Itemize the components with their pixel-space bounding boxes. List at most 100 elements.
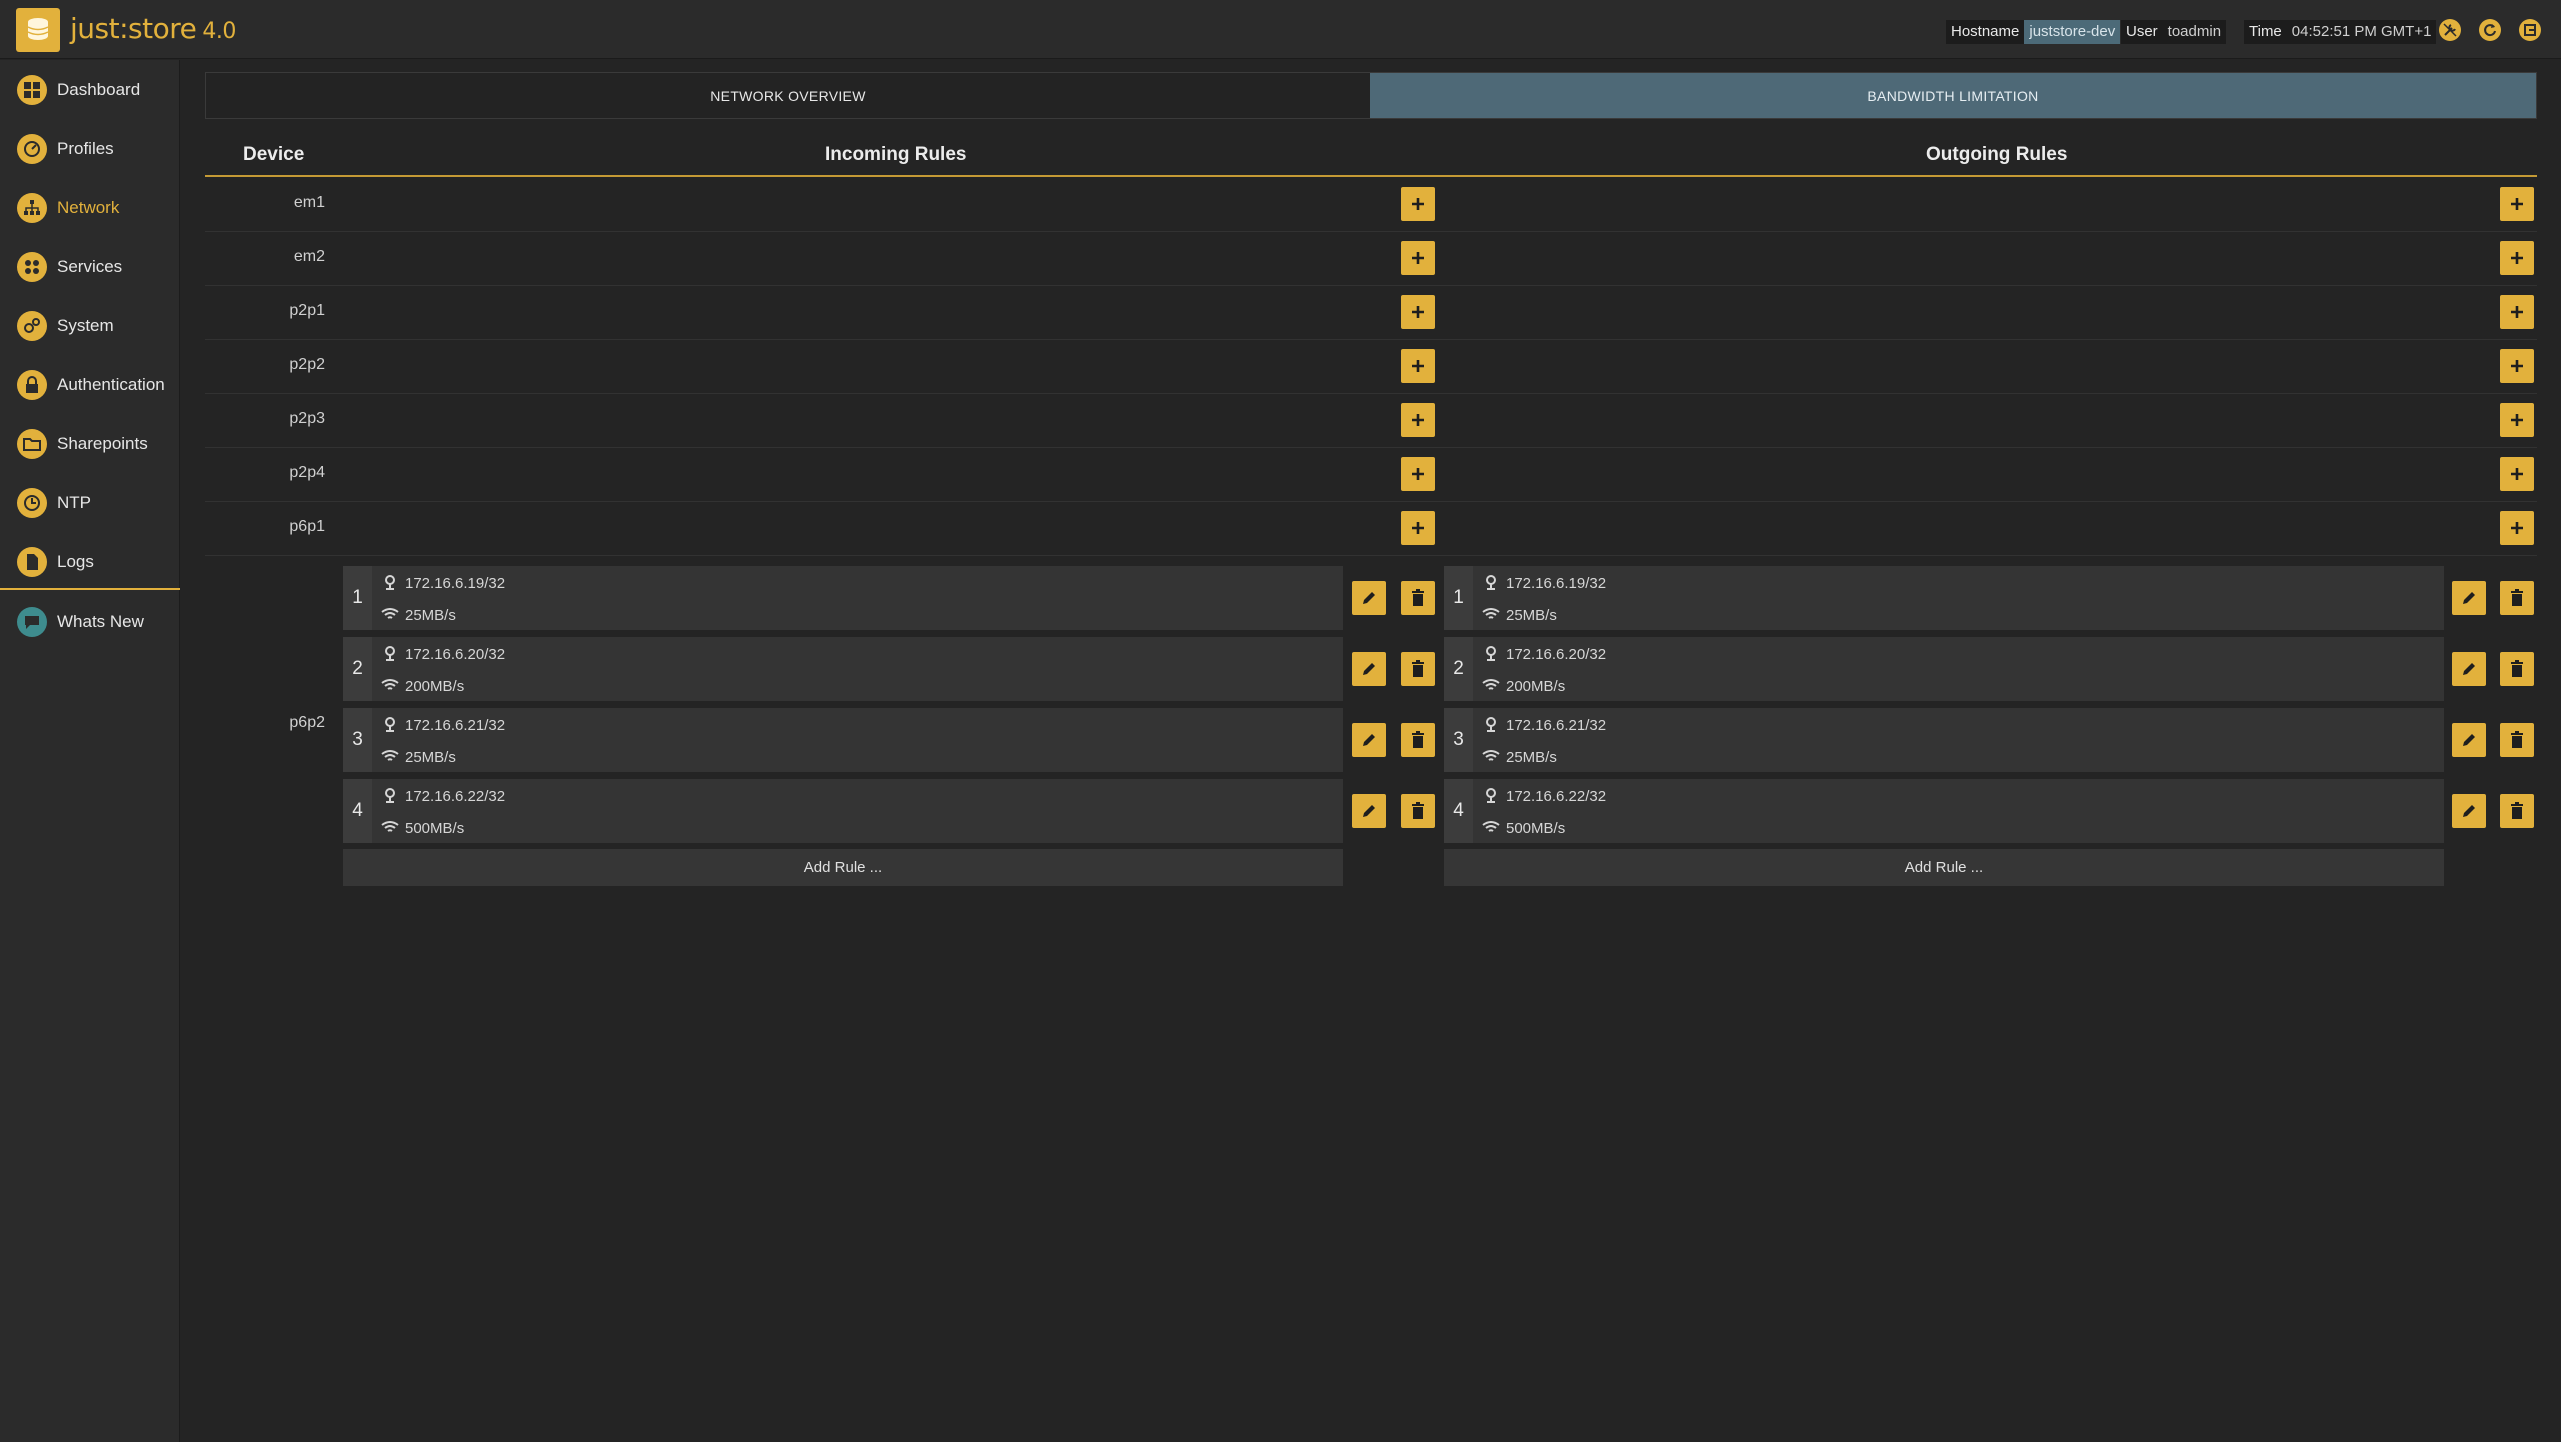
add-incoming-rule-button[interactable] [1401,241,1435,275]
edit-rule-button[interactable] [1352,581,1386,615]
edit-rule-button[interactable] [1352,652,1386,686]
sidebar-item-authentication[interactable]: Authentication [0,355,180,414]
logo-icon [16,8,60,52]
add-outgoing-rule-button[interactable] [2500,511,2534,545]
sidebar-item-profiles[interactable]: Profiles [0,119,180,178]
wifi-icon [1482,678,1500,697]
pencil-icon [1363,592,1375,604]
trash-icon [2511,731,2523,748]
wrench-icon[interactable] [2439,19,2461,41]
time-value: 04:52:51 PM GMT+1 [2286,20,2437,44]
plus-icon [2511,414,2523,426]
rule-bandwidth: 25MB/s [405,749,456,766]
trash-icon [1412,731,1424,748]
delete-rule-button[interactable] [2500,652,2534,686]
add-outgoing-rule-button[interactable] [2500,241,2534,275]
column-header-device: Device [243,144,305,165]
rule-number: 2 [343,637,372,701]
add-incoming-rule-button[interactable] [1401,457,1435,491]
delete-rule-button[interactable] [1401,794,1435,828]
plus-icon [2511,198,2523,210]
hostname-value: juststore-dev [2024,20,2121,44]
rule-number: 1 [1444,566,1473,630]
tab-bandwidth-limitation[interactable]: BANDWIDTH LIMITATION [1370,73,2536,118]
chat-icon [17,606,47,637]
trash-icon [2511,660,2523,677]
rule-bandwidth: 200MB/s [405,678,465,695]
user-label: User [2121,20,2163,44]
delete-rule-button[interactable] [1401,723,1435,757]
sidebar-item-label: Services [57,256,123,276]
edit-rule-button[interactable] [2452,652,2486,686]
pencil-icon [1363,734,1375,746]
sidebar-item-network[interactable]: Network [0,178,180,237]
lock-icon [17,369,47,400]
logout-icon[interactable] [2519,19,2541,41]
pencil-icon [1363,805,1375,817]
edit-rule-button[interactable] [1352,723,1386,757]
sidebar-item-logs[interactable]: Logs [0,532,180,591]
edit-rule-button[interactable] [1352,794,1386,828]
add-outgoing-rule-button[interactable] [2500,349,2534,383]
edit-rule-button[interactable] [2452,581,2486,615]
gauge-icon [17,133,47,164]
device-label-p2p4: p2p4 [289,464,325,481]
dashboard-icon [17,74,47,105]
add-incoming-rule-button[interactable] [1401,511,1435,545]
sidebar-item-sharepoints[interactable]: Sharepoints [0,414,180,473]
outgoing-rule-row: 3 172.16.6.21/32 25MB/s [1444,708,2444,772]
outgoing-rule-row: 1 172.16.6.19/32 25MB/s [1444,566,2444,630]
add-outgoing-rule-button[interactable] [2500,457,2534,491]
refresh-icon[interactable] [2479,19,2501,41]
edit-rule-button[interactable] [2452,723,2486,757]
time-label: Time [2244,20,2287,44]
rule-bandwidth: 25MB/s [1506,607,1557,624]
folder-icon [17,428,47,459]
device-label-p2p3: p2p3 [289,410,325,427]
wifi-icon [1482,607,1500,626]
trash-icon [2511,802,2523,819]
device-label-em1: em1 [293,194,325,211]
device-label-em2: em2 [293,248,325,265]
user-value: toadmin [2162,20,2227,44]
pencil-icon [2463,734,2475,746]
sidebar-item-whats-new[interactable]: Whats New [0,592,180,651]
rule-ip: 172.16.6.20/32 [1506,646,1607,663]
add-incoming-rule-button[interactable] [1401,295,1435,329]
device-label-p2p1: p2p1 [289,302,325,319]
incoming-rule-row: 4 172.16.6.22/32 500MB/s [343,779,1343,843]
rule-number: 2 [1444,637,1473,701]
add-incoming-rule-button[interactable] [1401,349,1435,383]
edit-rule-button[interactable] [2452,794,2486,828]
tab-bar: NETWORK OVERVIEW BANDWIDTH LIMITATION [205,72,2537,119]
delete-rule-button[interactable] [2500,723,2534,757]
add-incoming-rule-button[interactable] [1401,187,1435,221]
add-outgoing-rule-button[interactable]: Add Rule ... [1444,849,2444,886]
plus-icon [2511,468,2523,480]
app-window: just:store 4.0 Hostname juststore-dev Use… [0,0,2561,1442]
delete-rule-button[interactable] [2500,581,2534,615]
add-outgoing-rule-button[interactable] [2500,403,2534,437]
add-incoming-rule-button[interactable]: Add Rule ... [343,849,1343,886]
trash-icon [1412,589,1424,606]
delete-rule-button[interactable] [1401,652,1435,686]
sidebar-item-ntp[interactable]: NTP [0,473,180,532]
delete-rule-button[interactable] [2500,794,2534,828]
add-outgoing-rule-button[interactable] [2500,295,2534,329]
plus-icon [1412,306,1424,318]
wifi-icon [1482,820,1500,839]
sidebar-item-services[interactable]: Services [0,237,180,296]
plus-icon [2511,522,2523,534]
wifi-icon [381,678,399,697]
trash-icon [2511,589,2523,606]
tab-network-overview[interactable]: NETWORK OVERVIEW [206,73,1370,118]
add-outgoing-rule-button[interactable] [2500,187,2534,221]
rule-number: 4 [1444,779,1473,843]
sidebar-item-dashboard[interactable]: Dashboard [0,60,180,119]
sidebar-item-system[interactable]: System [0,296,180,355]
plus-icon [1412,198,1424,210]
clock-icon [17,487,47,518]
delete-rule-button[interactable] [1401,581,1435,615]
add-incoming-rule-button[interactable] [1401,403,1435,437]
location-pin-icon [383,716,397,737]
